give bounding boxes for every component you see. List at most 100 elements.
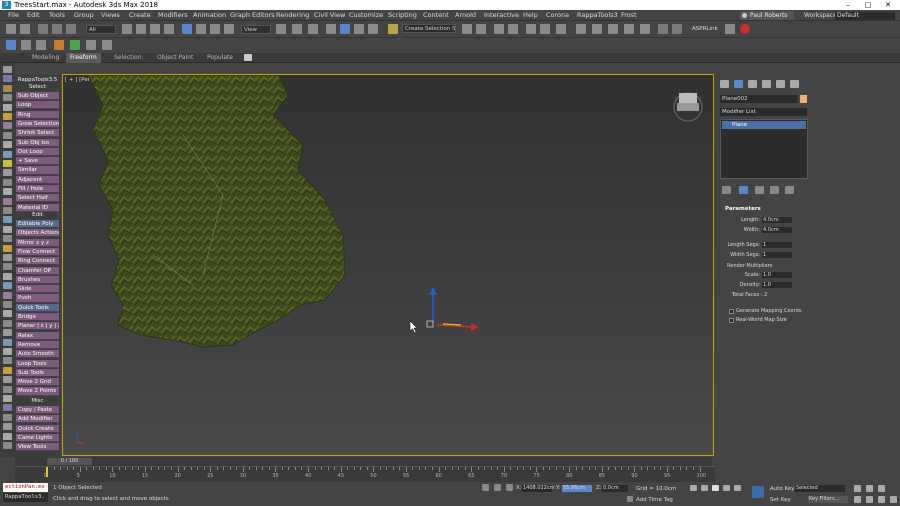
menu-content[interactable]: Content — [423, 10, 449, 21]
left-strip-tool-icon[interactable] — [3, 357, 12, 365]
left-strip-tool-icon[interactable] — [3, 235, 12, 243]
selection-filter-dropdown[interactable]: All — [86, 25, 116, 34]
show-end-result-icon[interactable] — [739, 186, 748, 194]
time-marker[interactable] — [46, 467, 48, 477]
left-strip-tool-icon[interactable] — [3, 366, 12, 374]
rappa-btn-auto-smooth[interactable]: Auto Smooth — [16, 350, 59, 359]
left-strip-tool-icon[interactable] — [3, 197, 12, 205]
rappa-btn-ring-connect[interactable]: Ring Connect — [16, 257, 59, 266]
width-spinner[interactable]: 4.0cm — [762, 227, 792, 233]
rappa-btn-sub-obj-iso[interactable]: Sub Obj Iso — [16, 138, 59, 147]
render-setup-icon[interactable] — [592, 24, 602, 34]
menu-rappatools3[interactable]: RappaTools3 — [577, 10, 618, 21]
utilities-tab-icon[interactable] — [790, 80, 799, 88]
menu-views[interactable]: Views — [101, 10, 120, 21]
left-strip-tool-icon[interactable] — [3, 178, 12, 186]
maximize-button[interactable]: □ — [860, 0, 876, 10]
maxscript-listener-line1[interactable]: ectionPan.ms — [3, 483, 48, 492]
rappa-btn-shrink-select[interactable]: Shrink Select — [16, 129, 59, 138]
time-slider[interactable]: 0 / 100 — [47, 458, 92, 465]
auto-key-button[interactable]: Auto Key — [770, 486, 795, 492]
rappa-btn-flow-connect[interactable]: Flow Connect — [16, 247, 59, 257]
window-crossing-icon[interactable] — [164, 24, 174, 34]
generate-mapping-checkbox[interactable] — [729, 309, 734, 314]
object-name-field[interactable]: Plane002 — [720, 95, 798, 103]
hierarchy-icon[interactable] — [21, 40, 31, 50]
rappa-btn-sub-object[interactable]: Sub Object — [16, 92, 59, 101]
left-strip-tool-icon[interactable] — [3, 263, 12, 271]
reference-coordinate-dropdown[interactable]: View — [241, 25, 271, 34]
named-selection-dropdown[interactable]: Create Selection Se — [402, 24, 456, 33]
rappa-btn-save[interactable]: + Save — [16, 157, 59, 166]
rappa-btn-add-modifier[interactable]: Add Modifier — [16, 415, 59, 424]
rappa-btn-dot-loop[interactable]: Dot Loop — [16, 147, 59, 156]
tab-selection[interactable]: Selection — [110, 53, 146, 63]
workspace-dropdown[interactable]: Default — [835, 12, 895, 20]
zoom-all-icon[interactable] — [866, 485, 873, 492]
rappa-btn-view-tools[interactable]: View Tools — [16, 443, 59, 452]
redo-icon[interactable] — [20, 24, 30, 34]
curve-editor-icon[interactable] — [540, 24, 550, 34]
left-strip-tool-icon[interactable] — [3, 338, 12, 346]
left-strip-tool-icon[interactable] — [3, 291, 12, 299]
menu-rendering[interactable]: Rendering — [276, 10, 309, 21]
play-icon[interactable] — [712, 485, 719, 491]
remove-modifier-icon[interactable] — [770, 186, 779, 194]
menu-customize[interactable]: Customize — [349, 10, 383, 21]
left-strip-tool-icon[interactable] — [3, 66, 12, 73]
rappa-btn-planar-x-y-z[interactable]: Planar | x | y | z — [16, 322, 59, 331]
viewport-settings-icon[interactable] — [725, 24, 735, 34]
rappa-btn-slide[interactable]: Slide — [16, 285, 59, 294]
schematic-view-icon[interactable] — [556, 24, 566, 34]
left-strip-tool-icon[interactable] — [3, 141, 12, 149]
select-and-move-icon[interactable] — [182, 24, 192, 34]
field-of-view-icon[interactable] — [854, 496, 861, 503]
left-strip-tool-icon[interactable] — [3, 442, 12, 449]
pivot-center-icon[interactable] — [276, 24, 286, 34]
rendered-frame-window-icon[interactable] — [608, 24, 618, 34]
menu-modifiers[interactable]: Modifiers — [158, 10, 188, 21]
left-strip-tool-icon[interactable] — [3, 395, 12, 402]
mirror-icon[interactable] — [462, 24, 472, 34]
previous-frame-icon[interactable] — [701, 485, 708, 491]
left-strip-tool-icon[interactable] — [3, 122, 12, 130]
bind-space-warp-icon[interactable] — [66, 24, 76, 34]
create-tab-icon[interactable] — [720, 80, 729, 88]
rappa-btn-fill-hole[interactable]: Fill / Hole — [16, 185, 59, 194]
render-in-cloud-icon[interactable] — [640, 24, 650, 34]
record-icon[interactable] — [740, 24, 750, 34]
object-color-swatch[interactable] — [800, 95, 807, 103]
left-strip-tool-icon[interactable] — [3, 113, 12, 120]
align-view-icon[interactable] — [6, 40, 16, 50]
left-strip-tool-icon[interactable] — [3, 376, 12, 384]
rappa-btn-brushes[interactable]: Brushes — [16, 275, 59, 284]
left-strip-tool-icon[interactable] — [3, 225, 12, 233]
left-strip-tool-icon[interactable] — [3, 207, 12, 214]
stack-item-plane[interactable]: Plane — [722, 121, 806, 129]
close-button[interactable]: ✕ — [880, 0, 896, 10]
left-strip-tool-icon[interactable] — [3, 150, 12, 158]
rappa-btn-copy-paste[interactable]: Copy / Paste — [16, 406, 59, 415]
rappa-btn-loop[interactable]: Loop — [16, 101, 59, 110]
rappa-btn-ring[interactable]: Ring — [16, 110, 59, 119]
left-strip-tool-icon[interactable] — [3, 404, 12, 412]
rappa-btn-remove[interactable]: Remove — [16, 340, 59, 350]
pan-view-icon[interactable] — [866, 496, 873, 503]
menu-arnold[interactable]: Arnold — [455, 10, 476, 21]
select-manipulate-icon[interactable] — [292, 24, 302, 34]
next-frame-icon[interactable] — [723, 485, 730, 491]
modifier-list-dropdown[interactable]: Modifier List — [720, 108, 807, 116]
x-coordinate-field[interactable]: 1408.022cm — [522, 485, 554, 492]
rappa-btn-bridge[interactable]: Bridge — [16, 313, 59, 322]
left-strip-tool-icon[interactable] — [3, 301, 12, 308]
left-strip-tool-icon[interactable] — [3, 385, 12, 393]
grid-toggle-icon[interactable] — [36, 40, 46, 50]
length-segs-spinner[interactable]: 1 — [762, 242, 792, 248]
tab-object-paint[interactable]: Object Paint — [153, 53, 197, 63]
script-icon[interactable] — [54, 40, 64, 50]
zoom-icon[interactable] — [854, 485, 861, 492]
left-strip-tool-icon[interactable] — [3, 329, 12, 337]
scale-spinner[interactable]: 1.0 — [762, 272, 792, 278]
percent-snap-icon[interactable] — [354, 24, 364, 34]
menu-corona[interactable]: Corona — [546, 10, 569, 21]
